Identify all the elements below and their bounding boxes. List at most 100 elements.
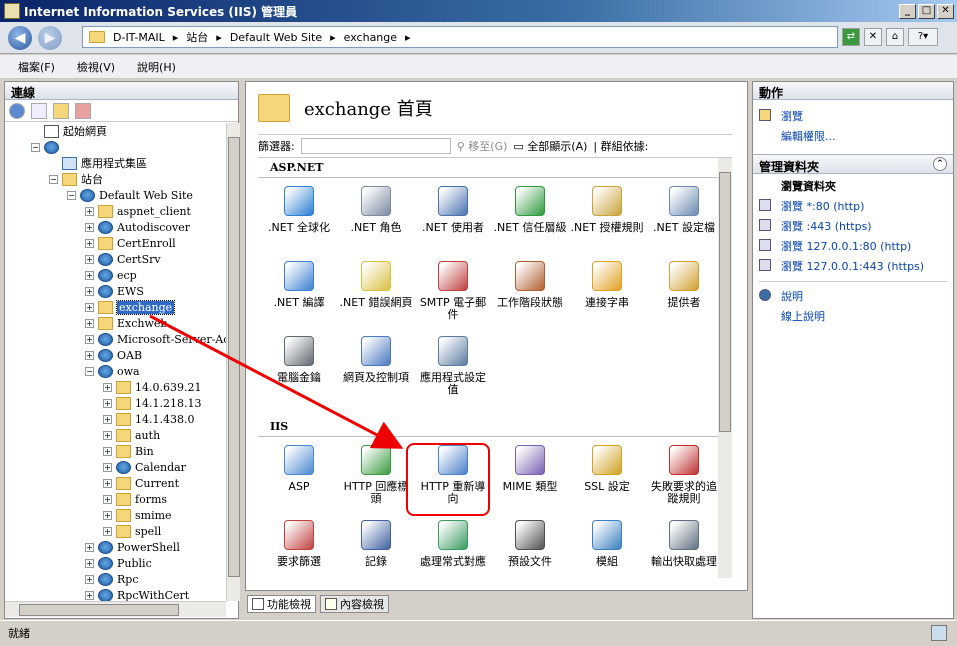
feature-tile[interactable]: 失敗要求的追蹤規則 <box>647 445 718 505</box>
tree-node[interactable]: + aspnet_client <box>85 203 191 219</box>
tree-node[interactable]: + CertSrv <box>85 251 161 267</box>
tree-node[interactable]: + Bin <box>103 443 154 459</box>
save-icon[interactable] <box>31 102 47 119</box>
expand-icon[interactable]: + <box>85 222 94 232</box>
forward-arrow-icon[interactable]: ▶ <box>38 26 62 50</box>
expand-icon[interactable]: + <box>85 574 94 584</box>
expand-icon[interactable]: + <box>85 238 94 248</box>
browse-binding-link[interactable]: 瀏覽 *:80 (http) <box>753 196 953 216</box>
feature-tile[interactable]: ASP <box>262 445 336 493</box>
tree-horizontal-scrollbar[interactable] <box>5 601 226 617</box>
breadcrumb-3[interactable]: exchange <box>344 31 397 44</box>
expand-icon[interactable]: + <box>103 382 112 392</box>
tree-node[interactable]: + PowerShell <box>85 539 180 555</box>
tree-node[interactable]: − owa <box>85 363 140 379</box>
expand-icon[interactable]: + <box>103 510 112 520</box>
collapse-icon[interactable]: ⌃ <box>933 157 947 171</box>
edit-permissions-link[interactable]: 編輯權限... <box>753 126 953 146</box>
feature-tile[interactable]: SSL 設定 <box>570 445 644 493</box>
online-help-link[interactable]: 線上說明 <box>753 306 953 326</box>
disconnect-icon[interactable] <box>75 102 91 119</box>
tree-node[interactable]: + Public <box>85 555 152 571</box>
tree-node[interactable]: + Rpc <box>85 571 138 587</box>
tree-node[interactable]: − <box>31 139 63 155</box>
expand-icon[interactable]: + <box>85 270 94 280</box>
home-icon[interactable]: ⌂ <box>886 28 904 46</box>
menu-help[interactable]: 說明(H) <box>137 59 176 75</box>
tree-node[interactable]: + Exchweb <box>85 315 167 331</box>
menu-file[interactable]: 檔案(F) <box>18 59 55 75</box>
group-by-dropdown[interactable]: | 群組依據: <box>593 138 648 154</box>
feature-tile[interactable]: 提供者 <box>647 261 718 309</box>
scroll-thumb[interactable] <box>19 604 179 616</box>
tree-node[interactable]: + Microsoft-Server-ActiveS <box>85 331 226 347</box>
expand-icon[interactable]: + <box>103 414 112 424</box>
tree-node[interactable]: +14.1.218.13 <box>103 395 201 411</box>
tree-node[interactable]: 應用程式集區 <box>49 155 147 171</box>
help-link[interactable]: 說明 <box>753 286 953 306</box>
feature-tile[interactable]: 預設文件 <box>493 520 567 568</box>
tree-node[interactable]: − 站台 <box>49 171 103 187</box>
tree-node[interactable]: + OAB <box>85 347 142 363</box>
scroll-thumb[interactable] <box>228 137 240 577</box>
expand-icon[interactable]: + <box>85 334 94 344</box>
browse-binding-link[interactable]: 瀏覽 127.0.0.1:80 (http) <box>753 236 953 256</box>
expand-icon[interactable]: + <box>85 302 94 312</box>
expand-icon[interactable]: + <box>103 430 112 440</box>
feature-tile[interactable]: 要求篩選 <box>262 520 336 568</box>
tree-node[interactable]: + Autodiscover <box>85 219 190 235</box>
feature-tile[interactable]: 輸出快取處理 <box>647 520 718 568</box>
feature-tile[interactable]: 電腦金鑰 <box>262 336 336 384</box>
tree-node[interactable]: + ecp <box>85 267 137 283</box>
maximize-button[interactable]: □ <box>918 3 935 19</box>
connect-icon[interactable] <box>9 102 25 119</box>
breadcrumb-1[interactable]: 站台 <box>186 29 208 45</box>
tree-node[interactable]: + Calendar <box>103 459 186 475</box>
tree-node[interactable]: + exchange <box>85 299 176 315</box>
expand-icon[interactable]: + <box>103 494 112 504</box>
expand-icon[interactable]: + <box>103 462 112 472</box>
help-icon[interactable]: ?▾ <box>908 28 938 46</box>
tree-node[interactable]: + auth <box>103 427 160 443</box>
browse-binding-link[interactable]: 瀏覽 127.0.0.1:443 (https) <box>753 256 953 276</box>
go-to-button[interactable]: ⚲ 移至(G) <box>457 138 508 154</box>
expand-icon[interactable]: + <box>85 286 94 296</box>
tree-node[interactable]: + EWS <box>85 283 144 299</box>
minimize-button[interactable]: _ <box>899 3 916 19</box>
up-folder-icon[interactable] <box>53 102 69 119</box>
feature-tile[interactable]: HTTP 回應標頭 <box>339 445 413 505</box>
browse-binding-link[interactable]: 瀏覽 :443 (https) <box>753 216 953 236</box>
expand-icon[interactable]: + <box>85 350 94 360</box>
feature-tile[interactable]: .NET 全球化 <box>262 186 336 234</box>
browse-link[interactable]: 瀏覽 <box>753 106 953 126</box>
feature-tile[interactable]: 應用程式設定值 <box>416 336 490 396</box>
tree-node[interactable]: − Default Web Site <box>67 187 193 203</box>
tab-content-view[interactable]: 內容檢視 <box>320 595 389 613</box>
feature-tile[interactable]: 處理常式對應 <box>416 520 490 568</box>
feature-tile[interactable]: .NET 角色 <box>339 186 413 234</box>
feature-tile[interactable]: SMTP 電子郵件 <box>416 261 490 321</box>
collapse-icon[interactable]: − <box>49 174 58 184</box>
expand-icon[interactable]: + <box>85 558 94 568</box>
close-button[interactable]: ✕ <box>937 3 954 19</box>
expand-icon[interactable]: + <box>85 542 94 552</box>
tree-node[interactable]: + Current <box>103 475 179 491</box>
refresh-icon[interactable]: ⇄ <box>842 28 860 46</box>
expand-icon[interactable]: + <box>85 590 94 600</box>
tree-node[interactable]: 起始網頁 <box>31 123 107 139</box>
tree-vertical-scrollbar[interactable] <box>226 123 240 601</box>
feature-tile[interactable]: .NET 編譯 <box>262 261 336 309</box>
feature-tile[interactable]: MIME 類型 <box>493 445 567 493</box>
expand-icon[interactable]: + <box>103 478 112 488</box>
scroll-thumb[interactable] <box>719 172 731 432</box>
feature-tile[interactable]: .NET 授權規則 <box>570 186 644 234</box>
collapse-icon[interactable]: − <box>67 190 76 200</box>
menu-view[interactable]: 檢視(V) <box>77 59 115 75</box>
expand-icon[interactable]: + <box>103 398 112 408</box>
collapse-icon[interactable]: − <box>85 366 94 376</box>
tree-node[interactable]: + spell <box>103 523 161 539</box>
expand-icon[interactable]: + <box>85 206 94 216</box>
tree-node[interactable]: +14.0.639.21 <box>103 379 201 395</box>
breadcrumb-2[interactable]: Default Web Site <box>230 31 322 44</box>
tree-node[interactable]: +14.1.438.0 <box>103 411 194 427</box>
